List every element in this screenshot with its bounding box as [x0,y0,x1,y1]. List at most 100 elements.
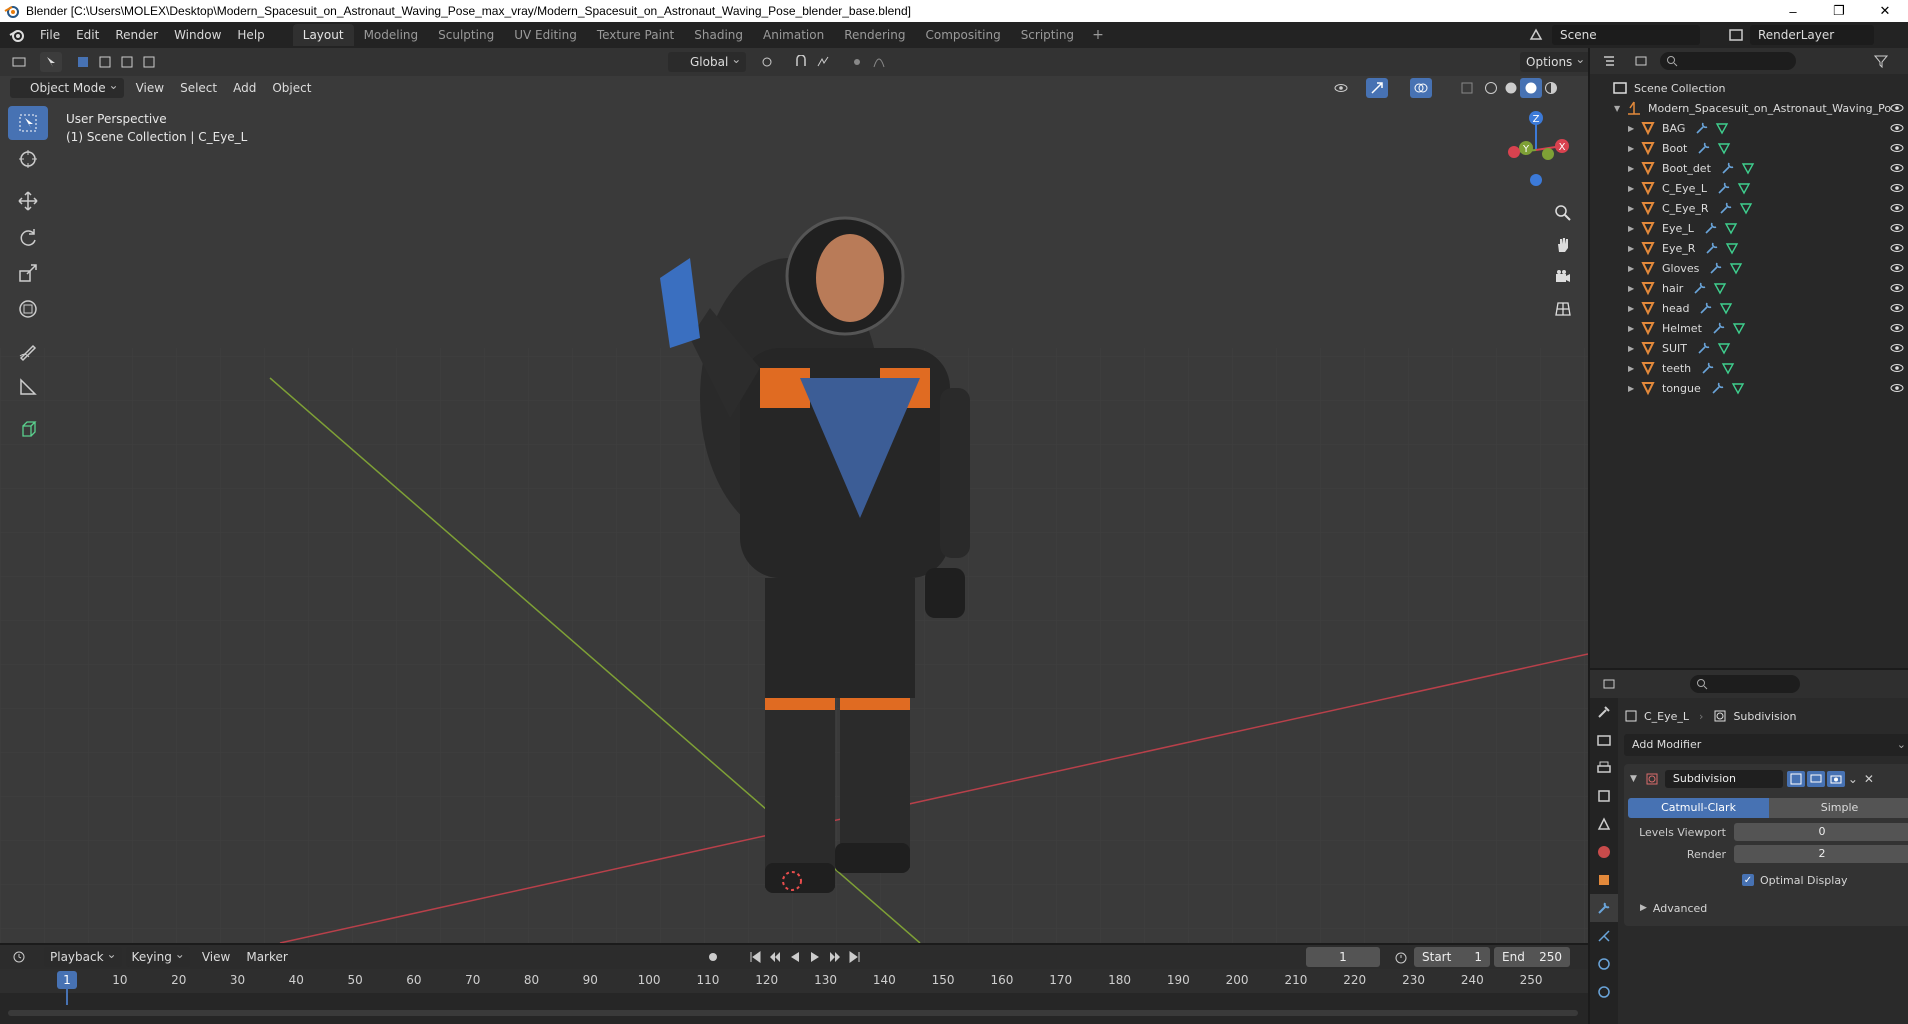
modifier-wrench-icon[interactable] [1721,161,1735,175]
add-menu[interactable]: Add [225,78,264,98]
overlays-toggle-icon[interactable] [1410,78,1432,98]
collapse-arrow-icon[interactable]: ▼ [1630,774,1637,784]
mesh-data-icon[interactable] [1729,261,1743,275]
tab-tool[interactable] [1590,698,1618,726]
gizmo-toggle-icon[interactable] [1366,78,1388,98]
zoom-button[interactable] [1548,198,1578,228]
eye-icon[interactable] [1890,201,1904,215]
expand-arrow-icon[interactable]: ▶ [1628,144,1640,153]
material-shading-icon[interactable] [1520,78,1542,98]
expand-arrow-icon[interactable]: ▶ [1628,284,1640,293]
measure-tool[interactable] [8,370,48,404]
expand-arrow-icon[interactable]: ▶ [1628,164,1640,173]
eye-icon[interactable] [1890,181,1904,195]
cursor-tool[interactable] [8,142,48,176]
start-frame-field[interactable]: Start 1 [1414,947,1490,967]
menu-edit[interactable]: Edit [68,22,107,48]
blender-menu-icon[interactable] [8,26,26,44]
camera-view-button[interactable] [1548,262,1578,292]
catmull-clark-button[interactable]: Catmull-Clark [1628,798,1769,818]
optimal-display-checkbox[interactable]: ✓ [1742,874,1754,886]
timeline-view-menu[interactable]: View [194,947,238,967]
outliner-object-row[interactable]: ▶ Eye_R [1590,238,1908,258]
tab-render[interactable] [1590,726,1618,754]
outliner-object-row[interactable]: ▶ Eye_L [1590,218,1908,238]
modifier-wrench-icon[interactable] [1705,241,1719,255]
outliner-object-row[interactable]: ▶ C_Eye_R [1590,198,1908,218]
stopwatch-icon[interactable] [1390,947,1412,967]
mode-dropdown[interactable]: Object Mode [10,75,124,98]
tab-compositing[interactable]: Compositing [915,24,1010,46]
render-levels-field[interactable]: 2 [1734,845,1908,863]
modifier-wrench-icon[interactable] [1697,141,1711,155]
mesh-data-icon[interactable] [1732,321,1746,335]
modifier-wrench-icon[interactable] [1693,281,1707,295]
outliner-editor-type-icon[interactable] [1598,51,1620,71]
display-mode-icon[interactable] [1630,51,1652,71]
menu-help[interactable]: Help [229,22,272,48]
rotate-tool[interactable] [8,220,48,254]
mesh-data-icon[interactable] [1737,181,1751,195]
jump-end-button[interactable] [844,947,866,967]
menu-render[interactable]: Render [107,22,166,48]
next-keyframe-button[interactable] [824,947,846,967]
remove-modifier-icon[interactable]: ✕ [1861,769,1877,789]
scale-tool[interactable] [8,256,48,290]
options-dropdown[interactable]: Options [1520,49,1588,72]
scene-selector[interactable]: Scene [1552,25,1700,45]
modifier-wrench-icon[interactable] [1699,301,1713,315]
play-button[interactable] [804,947,826,967]
outliner-search-input[interactable] [1660,52,1796,70]
render-toggle-icon[interactable] [1826,771,1845,787]
eye-icon[interactable] [1890,381,1904,395]
filter-icon[interactable] [1870,51,1892,71]
outliner-object-row[interactable]: ▶ Gloves [1590,258,1908,278]
outliner-object-row[interactable]: ▶ BAG [1590,118,1908,138]
modifier-wrench-icon[interactable] [1704,221,1718,235]
eye-icon[interactable] [1890,281,1904,295]
mesh-data-icon[interactable] [1719,301,1733,315]
select-tool[interactable] [8,106,48,140]
record-button[interactable] [702,947,724,967]
tab-rendering[interactable]: Rendering [834,24,915,46]
mesh-data-icon[interactable] [1741,161,1755,175]
close-button[interactable]: ✕ [1862,0,1908,22]
scene-collection-row[interactable]: Scene Collection [1590,78,1908,98]
jump-start-button[interactable] [744,947,766,967]
mesh-data-icon[interactable] [1715,121,1729,135]
minimize-button[interactable]: – [1770,0,1816,22]
marker-menu[interactable]: Marker [238,947,295,967]
outliner-object-row[interactable]: ▶ C_Eye_L [1590,178,1908,198]
expand-arrow-icon[interactable]: ▶ [1628,184,1640,193]
add-cube-tool[interactable] [8,412,48,446]
mesh-data-icon[interactable] [1731,381,1745,395]
current-frame-field[interactable]: 1 [1306,947,1380,967]
collection-row[interactable]: ▼ Modern_Spacesuit_on_Astronaut_Waving_P… [1590,98,1908,118]
expand-arrow-icon[interactable]: ▶ [1628,344,1640,353]
keying-dropdown[interactable]: Keying [125,944,190,967]
modifier-wrench-icon[interactable] [1717,181,1731,195]
expand-arrow-icon[interactable]: ▶ [1628,224,1640,233]
transform-orientation-dropdown[interactable]: Global [668,49,747,72]
mesh-data-icon[interactable] [1725,241,1739,255]
expand-arrow-icon[interactable]: ▶ [1628,124,1640,133]
tab-world[interactable] [1590,838,1618,866]
outliner-object-row[interactable]: ▶ tongue [1590,378,1908,398]
simple-button[interactable]: Simple [1769,798,1908,818]
eye-icon[interactable] [1890,161,1904,175]
mesh-data-icon[interactable] [1724,221,1738,235]
outliner-object-row[interactable]: ▶ Boot_det [1590,158,1908,178]
select-box-icon[interactable] [40,52,62,72]
eye-icon[interactable] [1890,341,1904,355]
expand-arrow-icon[interactable]: ▶ [1628,304,1640,313]
tab-view-layer[interactable] [1590,782,1618,810]
eye-icon[interactable] [1890,221,1904,235]
expand-arrow-icon[interactable]: ▶ [1628,324,1640,333]
menu-window[interactable]: Window [166,22,229,48]
mesh-data-icon[interactable] [1717,141,1731,155]
select-menu[interactable]: Select [172,78,225,98]
advanced-subpanel-header[interactable]: ▶ Advanced [1628,898,1908,918]
modifier-wrench-icon[interactable] [1712,321,1726,335]
3d-viewport[interactable]: Global Options Object Mode View Select A… [0,48,1588,943]
properties-editor-type-icon[interactable] [1598,674,1620,694]
